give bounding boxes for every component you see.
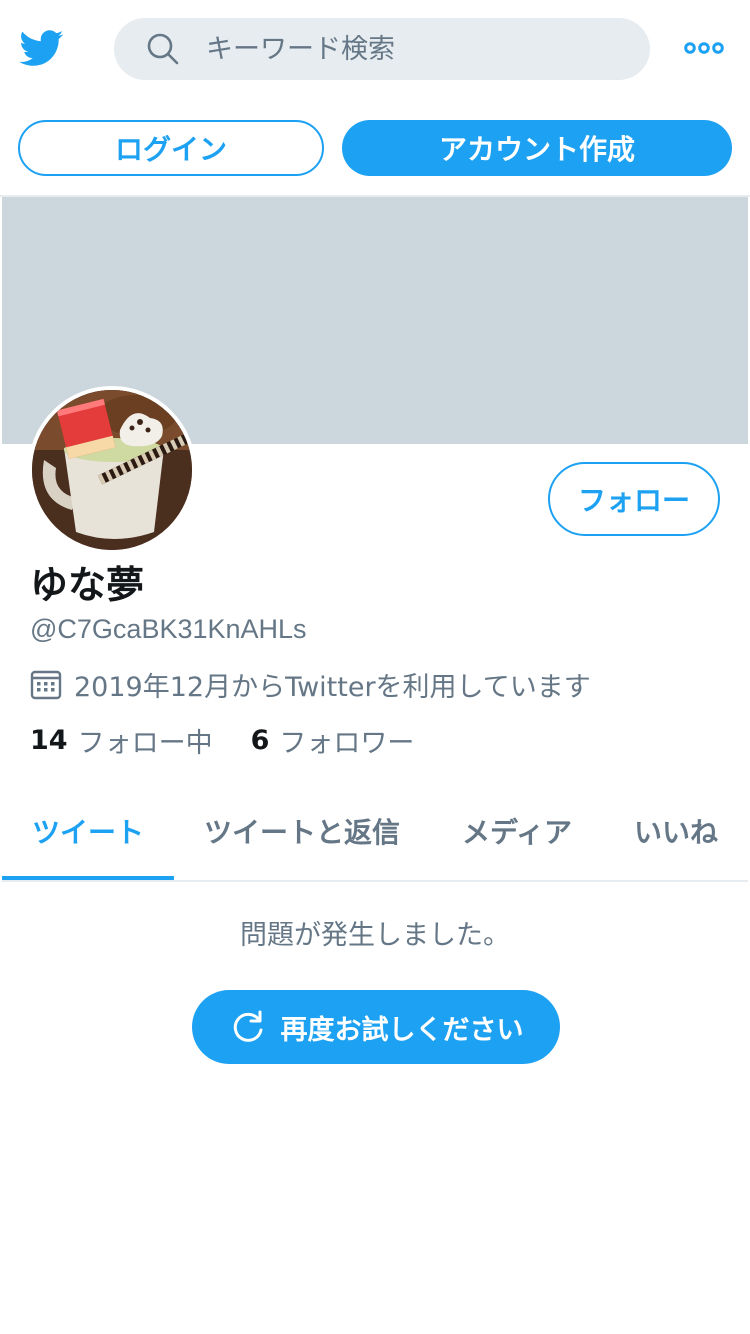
active-tab-indicator — [2, 876, 174, 880]
tab-media[interactable]: メディア — [430, 782, 604, 880]
search-box[interactable] — [114, 18, 650, 80]
tab-tweets-replies[interactable]: ツイートと返信 — [174, 782, 430, 880]
user-handle: @C7GcaBK31KnAHLs — [30, 614, 307, 644]
following-count: 14 — [30, 724, 68, 756]
avatar[interactable] — [28, 386, 196, 554]
followers-label: フォロワー — [279, 727, 415, 759]
profile-tabs: ツイート ツイートと返信 メディア いいね — [2, 782, 748, 882]
join-date-text: 2019年12月からTwitterを利用しています — [74, 671, 591, 703]
following-stat[interactable]: 14 フォロー中 — [30, 721, 213, 760]
more-dots-icon[interactable] — [684, 38, 724, 58]
twitter-bird-icon[interactable] — [18, 26, 66, 70]
search-input[interactable] — [206, 18, 626, 80]
retry-label: 再度お試しください — [280, 1014, 524, 1046]
followers-stat[interactable]: 6 フォロワー — [251, 721, 415, 760]
retry-button[interactable]: 再度お試しください — [192, 990, 560, 1064]
join-date: 2019年12月からTwitterを利用しています — [30, 664, 591, 704]
login-button[interactable]: ログイン — [18, 120, 324, 176]
profile-stats: 14 フォロー中 6 フォロワー — [30, 720, 452, 760]
tab-likes[interactable]: いいね — [604, 782, 748, 880]
calendar-icon — [30, 670, 62, 700]
refresh-icon — [233, 1010, 262, 1042]
display-name: ゆな夢 — [30, 563, 145, 607]
followers-count: 6 — [250, 724, 270, 756]
profile-page: ログイン アカウント作成 フォロー ゆな夢 @C7GcaBK31KnAHLs — [0, 0, 750, 1334]
tab-tweets[interactable]: ツイート — [2, 782, 174, 880]
follow-button[interactable]: フォロー — [548, 462, 720, 536]
signup-button[interactable]: アカウント作成 — [342, 120, 732, 176]
error-message: 問題が発生しました。 — [240, 920, 510, 951]
following-label: フォロー中 — [77, 727, 213, 759]
search-icon — [147, 33, 179, 65]
top-bar — [0, 0, 750, 100]
